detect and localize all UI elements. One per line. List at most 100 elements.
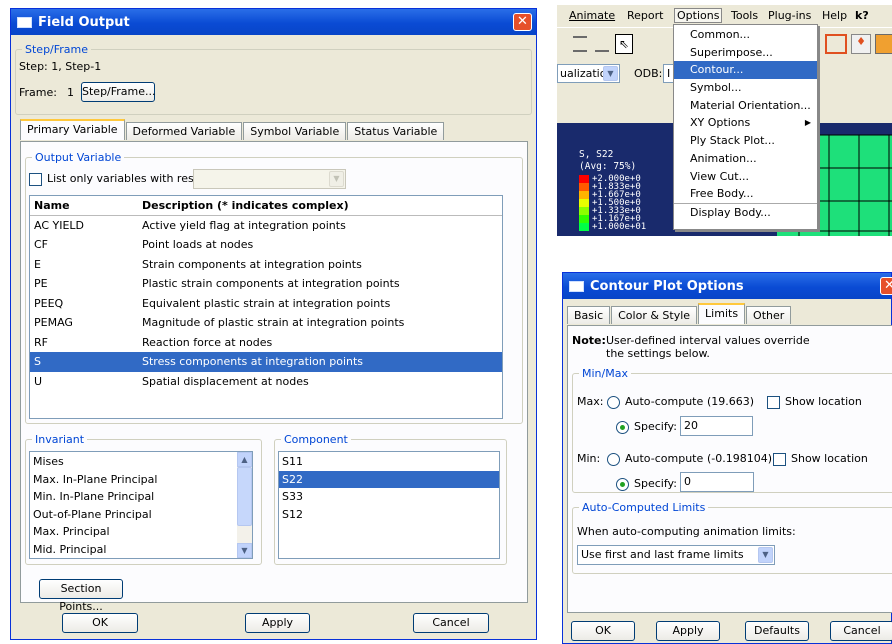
min-specify-radio[interactable] <box>616 477 629 491</box>
menu-item-label: XY Options <box>690 116 751 130</box>
menu-item[interactable]: Display Body... <box>674 202 817 221</box>
scrollbar[interactable]: ▲ ▼ <box>237 452 252 558</box>
menu-plugins[interactable]: Plug-ins <box>768 9 811 22</box>
menu-item[interactable]: Symbol... <box>674 79 817 97</box>
step-frame-button[interactable]: Step/Frame... <box>81 82 156 102</box>
menu-item[interactable]: Material Orientation... <box>674 97 817 115</box>
list-item[interactable]: PE Plastic strain components at integrati… <box>30 274 502 294</box>
close-icon[interactable]: ✕ <box>880 277 892 295</box>
menu-item[interactable]: Animation... <box>674 150 817 168</box>
max-specify-input[interactable]: 20 <box>680 416 753 436</box>
toolbar-icon[interactable] <box>875 34 892 54</box>
menu-item-label: Display Body... <box>690 205 771 219</box>
visualization-select[interactable]: ualization ▼ <box>557 64 620 83</box>
tab-color-style[interactable]: Color & Style <box>611 306 698 324</box>
list-only-select[interactable]: ▼ <box>193 169 346 189</box>
min-specify-input[interactable]: 0 <box>680 472 754 492</box>
chevron-down-icon[interactable]: ▼ <box>603 66 618 81</box>
menu-item-label: Material Orientation... <box>690 98 811 112</box>
max-specify-radio[interactable] <box>616 420 629 434</box>
scroll-thumb[interactable] <box>237 467 252 526</box>
list-item[interactable]: S22 <box>279 470 499 488</box>
list-item[interactable]: U Spatial displacement at nodes <box>30 372 502 392</box>
list-item[interactable]: CF Point loads at nodes <box>30 235 502 255</box>
min-auto-radio[interactable] <box>607 452 620 466</box>
tab-deformed-variable[interactable]: Deformed Variable <box>125 122 243 140</box>
list-item[interactable]: S33 <box>279 488 499 506</box>
select-arrow-icon[interactable]: ⇖ <box>615 34 633 54</box>
menu-report[interactable]: Report <box>627 9 663 22</box>
field-output-titlebar[interactable]: Field Output ✕ <box>11 9 536 35</box>
list-item[interactable]: RF Reaction force at nodes <box>30 333 502 353</box>
tab-limits[interactable]: Limits <box>698 303 746 324</box>
scroll-up-arrow[interactable]: ▲ <box>237 452 252 467</box>
tab-other[interactable]: Other <box>746 306 792 324</box>
contour-ok-button[interactable]: OK <box>571 621 635 641</box>
animation-limits-value: Use first and last frame limits <box>581 548 744 561</box>
field-output-title: Field Output <box>38 14 130 30</box>
apply-button[interactable]: Apply <box>245 613 310 633</box>
minmax-group: Min/Max Max: Auto-compute (19.663) Show … <box>572 367 892 493</box>
list-item[interactable]: E Strain components at integration points <box>30 255 502 275</box>
max-show-location-checkbox[interactable] <box>767 395 780 409</box>
menu-help[interactable]: Help <box>822 9 847 22</box>
list-item[interactable]: S12 <box>279 506 499 524</box>
list-item[interactable]: Mid. Principal <box>30 541 252 559</box>
scroll-down-arrow[interactable]: ▼ <box>237 543 252 558</box>
cancel-button[interactable]: Cancel <box>413 613 489 633</box>
odb-label: ODB: <box>634 67 663 80</box>
contour-apply-button[interactable]: Apply <box>656 621 720 641</box>
menu-item[interactable]: Ply Stack Plot... <box>674 132 817 150</box>
list-item[interactable]: PEMAG Magnitude of plastic strain at inte… <box>30 313 502 333</box>
max-auto-radio[interactable] <box>607 395 620 409</box>
ok-button[interactable]: OK <box>62 613 138 633</box>
contour-defaults-button[interactable]: Defaults <box>745 621 809 641</box>
chevron-down-icon[interactable]: ▼ <box>329 171 344 187</box>
variable-description: Stress components at integration points <box>142 355 364 368</box>
frame-label: Frame: <box>19 86 57 99</box>
field-output-tabs: Primary Variable Deformed Variable Symbo… <box>20 119 445 140</box>
menu-item[interactable]: Free Body... <box>674 185 817 203</box>
tab-primary-variable[interactable]: Primary Variable <box>20 119 125 140</box>
toolbar-icon[interactable] <box>595 36 609 52</box>
tab-basic[interactable]: Basic <box>567 306 611 324</box>
contour-cancel-button[interactable]: Cancel <box>830 621 892 641</box>
list-item[interactable]: PEEQ Equivalent plastic strain at integra… <box>30 294 502 314</box>
legend-title: S, S22 <box>579 149 614 160</box>
whats-this-icon[interactable]: k? <box>855 9 869 22</box>
list-item[interactable]: Out-of-Plane Principal <box>30 506 252 524</box>
section-points-button[interactable]: Section Points... <box>39 579 123 613</box>
list-only-checkbox[interactable] <box>29 172 42 186</box>
toolbar-icon[interactable] <box>825 34 847 54</box>
tab-symbol-variable[interactable]: Symbol Variable <box>243 122 347 140</box>
component-list: S11 S22 S33 S12 <box>278 451 500 559</box>
contour-titlebar[interactable]: Contour Plot Options ✕ <box>563 273 892 299</box>
menu-item-label: View Cut... <box>690 169 750 183</box>
animation-limits-select[interactable]: Use first and last frame limits ▼ <box>577 545 775 565</box>
chevron-down-icon[interactable]: ▼ <box>758 547 773 563</box>
contour-tabs: Basic Color & Style Limits Other <box>567 303 792 324</box>
menu-tools[interactable]: Tools <box>731 9 758 22</box>
list-item[interactable]: Mises <box>30 453 252 471</box>
auto-limits-label: Auto-Computed Limits <box>579 501 709 514</box>
menu-options[interactable]: Options <box>674 8 723 23</box>
list-item[interactable]: AC YIELD Active yield flag at integration… <box>30 216 502 236</box>
list-item[interactable]: Min. In-Plane Principal <box>30 488 252 506</box>
tab-status-variable[interactable]: Status Variable <box>347 122 445 140</box>
list-item[interactable]: S Stress components at integration points <box>30 352 502 372</box>
menu-item[interactable]: XY Options ▶ <box>674 114 817 132</box>
toolbar-icon[interactable]: ♦ <box>851 34 871 54</box>
close-icon[interactable]: ✕ <box>513 13 532 31</box>
menu-item[interactable]: View Cut... <box>674 168 817 186</box>
list-item[interactable]: Max. Principal <box>30 523 252 541</box>
menu-item[interactable]: Common... <box>674 26 817 44</box>
menu-item-label: Superimpose... <box>690 45 773 59</box>
list-item[interactable]: Max. In-Plane Principal <box>30 471 252 489</box>
output-variable-list: Name Description (* indicates complex) A… <box>29 195 503 419</box>
menu-animate[interactable]: Animate <box>569 9 615 22</box>
menu-item[interactable]: Contour... <box>674 61 817 80</box>
list-item[interactable]: S11 <box>279 453 499 471</box>
toolbar-icon[interactable] <box>573 36 587 52</box>
menu-item[interactable]: Superimpose... <box>674 44 817 62</box>
min-show-location-checkbox[interactable] <box>773 452 786 466</box>
